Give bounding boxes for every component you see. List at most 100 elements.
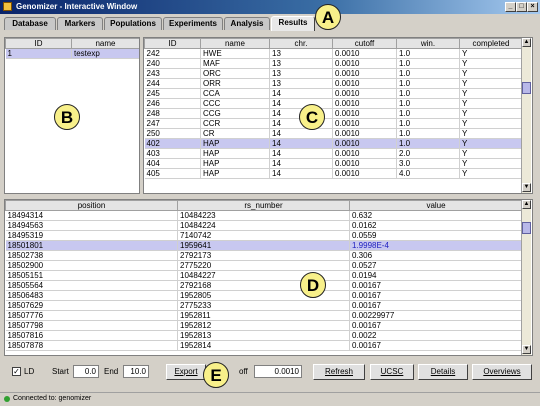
experiment-row[interactable]: 1 testexp (5, 48, 139, 59)
cell-value: 0.0022 (349, 330, 523, 341)
scroll-thumb[interactable] (522, 222, 531, 234)
markers-row[interactable]: 18507878 1952814 0.00167 (5, 340, 523, 351)
overviews-button[interactable]: Overviews (472, 364, 532, 380)
minimize-icon[interactable]: _ (505, 2, 516, 12)
tab-experiments[interactable]: Experiments (163, 17, 223, 30)
cell-cutoff: 0.0010 (332, 128, 397, 139)
cell-win: 4.0 (396, 168, 460, 179)
tab-populations[interactable]: Populations (104, 17, 162, 30)
results-row[interactable]: 246 CCC 14 0.0010 1.0 Y (144, 98, 523, 109)
scroll-down-icon[interactable]: ▼ (522, 183, 531, 192)
ucsc-button[interactable]: UCSC (370, 364, 414, 380)
scroll-up-icon[interactable]: ▲ (522, 200, 531, 209)
details-button[interactable]: Details (418, 364, 468, 380)
start-input[interactable]: 0.0 (73, 365, 99, 378)
tab-analysis[interactable]: Analysis (224, 17, 270, 30)
results-row[interactable]: 243 ORC 13 0.0010 1.0 Y (144, 68, 523, 79)
cell-completed: Y (459, 148, 523, 159)
cell-value: 0.00167 (349, 340, 523, 351)
markers-row[interactable]: 18507798 1952812 0.00167 (5, 320, 523, 331)
app-icon (3, 2, 12, 11)
cell-position: 18494314 (5, 210, 178, 221)
cell-win: 1.0 (396, 98, 460, 109)
tab-results[interactable]: Results (271, 16, 315, 31)
markers-scrollbar[interactable]: ▲ ▼ (521, 200, 531, 355)
column-header-completed[interactable]: completed (459, 38, 523, 49)
cell-position: 18502900 (5, 260, 178, 271)
cell-cutoff: 0.0010 (332, 108, 397, 119)
results-row[interactable]: 245 CCA 14 0.0010 1.0 Y (144, 88, 523, 99)
results-row[interactable]: 242 HWE 13 0.0010 1.0 Y (144, 48, 523, 59)
results-row[interactable]: 240 MAF 13 0.0010 1.0 Y (144, 58, 523, 69)
results-row[interactable]: 244 ORR 13 0.0010 1.0 Y (144, 78, 523, 89)
cell-win: 1.0 (396, 118, 460, 129)
cutoff-input[interactable]: 0.0010 (254, 365, 302, 378)
results-row[interactable]: 247 CCR 14 0.0010 1.0 Y (144, 118, 523, 129)
cell-completed: Y (459, 78, 523, 89)
results-row[interactable]: 248 CCG 14 0.0010 1.0 Y (144, 108, 523, 119)
column-header-id[interactable]: ID (5, 38, 72, 49)
cell-cutoff: 0.0010 (332, 168, 397, 179)
results-row[interactable]: 405 HAP 14 0.0010 4.0 Y (144, 168, 523, 179)
cell-position: 18505564 (5, 280, 178, 291)
cell-name: MAF (200, 58, 270, 69)
column-header-id[interactable]: ID (144, 38, 201, 49)
column-header-chr[interactable]: chr. (269, 38, 333, 49)
markers-row[interactable]: 18507776 1952811 0.00229977 (5, 310, 523, 321)
markers-row[interactable]: 18494314 10484223 0.632 (5, 210, 523, 221)
cell-name: HAP (200, 138, 270, 149)
markers-row[interactable]: 18505151 10484227 0.0194 (5, 270, 523, 281)
cell-id: 404 (144, 158, 201, 169)
cell-id: 246 (144, 98, 201, 109)
cell-chr: 14 (269, 148, 333, 159)
cell-name: HAP (200, 148, 270, 159)
close-icon[interactable]: × (527, 2, 538, 12)
scroll-down-icon[interactable]: ▼ (522, 345, 531, 354)
results-row[interactable]: 250 CR 14 0.0010 1.0 Y (144, 128, 523, 139)
markers-row[interactable]: 18506483 1952805 0.00167 (5, 290, 523, 301)
markers-row[interactable]: 18502738 2792173 0.306 (5, 250, 523, 261)
refresh-button[interactable]: Refresh (313, 364, 365, 380)
end-input[interactable]: 10.0 (123, 365, 149, 378)
tab-database[interactable]: Database (4, 17, 56, 30)
results-row[interactable]: 403 HAP 14 0.0010 2.0 Y (144, 148, 523, 159)
ucsc-label: UCSC (380, 367, 404, 376)
markers-row[interactable]: 18501801 1959641 1.9998E-4 (5, 240, 523, 251)
export-button[interactable]: Export (166, 364, 206, 380)
cell-win: 1.0 (396, 108, 460, 119)
markers-row[interactable]: 18502900 2775220 0.0527 (5, 260, 523, 271)
cell-position: 18507798 (5, 320, 178, 331)
column-header-name[interactable]: name (71, 38, 139, 49)
scroll-thumb[interactable] (522, 82, 531, 94)
column-header-name[interactable]: name (200, 38, 270, 49)
ld-checkbox[interactable]: ✓ (12, 367, 21, 376)
cell-value: 0.306 (349, 250, 523, 261)
markers-row[interactable]: 18507629 2775233 0.00167 (5, 300, 523, 311)
results-scrollbar[interactable]: ▲ ▼ (521, 38, 531, 193)
ld-label: LD (24, 367, 35, 376)
column-header-cutoff[interactable]: cutoff (332, 38, 397, 49)
cell-win: 1.0 (396, 138, 460, 149)
callout-e: E (203, 362, 229, 388)
cell-id: 243 (144, 68, 201, 79)
cell-value: 0.00167 (349, 320, 523, 331)
markers-row[interactable]: 18494563 10484224 0.0162 (5, 220, 523, 231)
markers-row[interactable]: 18495319 7140742 0.0559 (5, 230, 523, 241)
markers-row[interactable]: 18507816 1952813 0.0022 (5, 330, 523, 341)
cell-chr: 13 (269, 68, 333, 79)
cell-id: 240 (144, 58, 201, 69)
tab-markers[interactable]: Markers (57, 17, 103, 30)
window-title: Genomizer - Interactive Window (16, 2, 138, 11)
maximize-icon[interactable]: □ (516, 2, 527, 12)
results-row[interactable]: 402 HAP 14 0.0010 1.0 Y (144, 138, 523, 149)
column-header-rs-number[interactable]: rs_number (177, 200, 350, 211)
column-header-value[interactable]: value (349, 200, 523, 211)
markers-row[interactable]: 18505564 2792168 0.00167 (5, 280, 523, 291)
cell-name: CR (200, 128, 270, 139)
results-row[interactable]: 404 HAP 14 0.0010 3.0 Y (144, 158, 523, 169)
cell-completed: Y (459, 168, 523, 179)
column-header-position[interactable]: position (5, 200, 178, 211)
cell-position: 18501801 (5, 240, 178, 251)
scroll-up-icon[interactable]: ▲ (522, 38, 531, 47)
column-header-win[interactable]: win. (396, 38, 460, 49)
